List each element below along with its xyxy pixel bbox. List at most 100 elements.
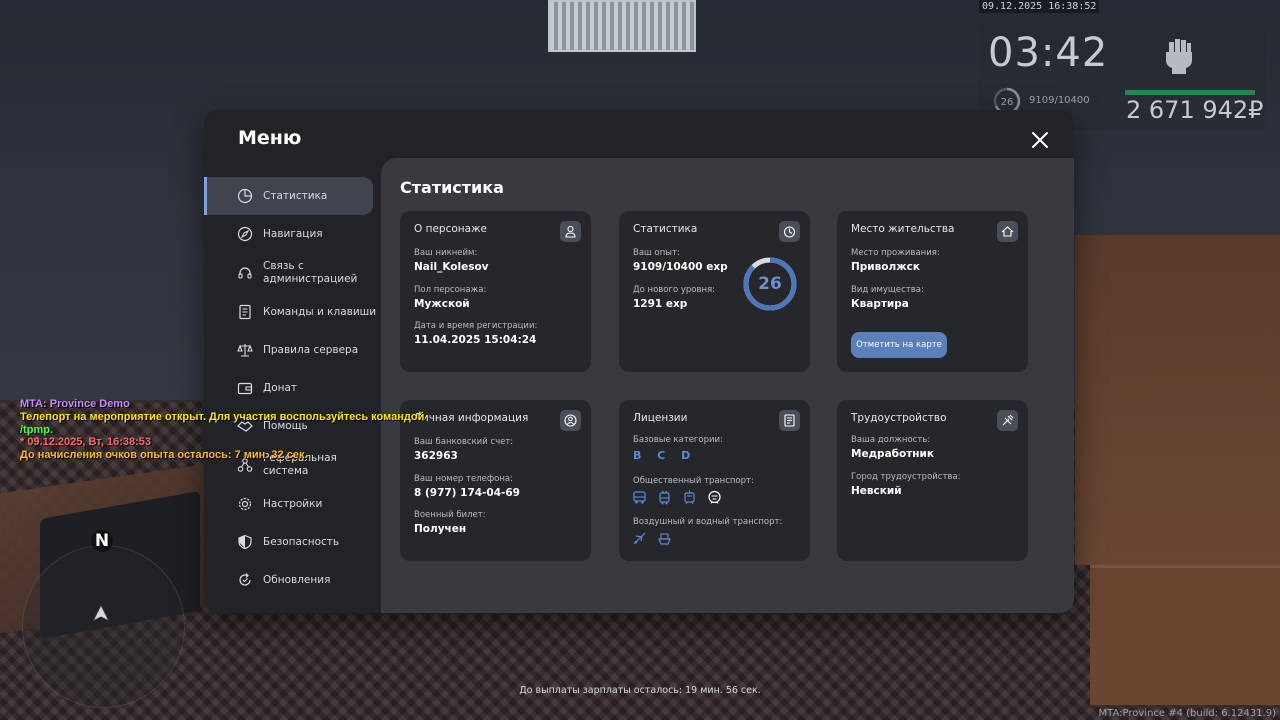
sidebar-item-label: Донат xyxy=(263,382,298,394)
compass-icon xyxy=(237,226,253,242)
sidebar-item-updates[interactable]: Обновления xyxy=(204,561,380,599)
wooden-cabinet xyxy=(1090,565,1280,705)
sidebar-item-settings[interactable]: Настройки xyxy=(204,485,380,523)
work-city-value: Невский xyxy=(851,485,902,497)
hud-clock: 03:42 xyxy=(988,30,1109,76)
registration-label: Дата и время регистрации: xyxy=(414,321,538,331)
mark-on-map-button[interactable]: Отметить на карте xyxy=(851,332,947,358)
house-icon xyxy=(1001,226,1014,237)
clock-chart-icon xyxy=(783,226,796,238)
character-button[interactable] xyxy=(560,221,581,242)
nickname-value: Nail_Kolesov xyxy=(414,261,489,273)
statistics-content: Статистика О персонаже Ваш никнейм: Nail… xyxy=(381,158,1074,613)
airplane-icon xyxy=(633,532,646,545)
content-title: Статистика xyxy=(400,178,504,197)
sidebar-item-statistics[interactable]: Статистика xyxy=(204,177,373,215)
sidebar-item-commands[interactable]: Команды и клавиши xyxy=(204,293,380,331)
minimap-radar xyxy=(22,545,185,708)
headset-icon xyxy=(238,267,252,279)
card-title: Трудоустройство xyxy=(851,412,947,424)
gear-icon xyxy=(238,497,252,511)
public-transport-label: Общественный транспорт: xyxy=(633,476,754,486)
phone-value: 8 (977) 174-04-69 xyxy=(414,487,520,499)
next-level-value: 1291 exp xyxy=(633,298,688,310)
card-licenses: Лицензии Базовые категории: B C D Общест… xyxy=(619,400,810,561)
phone-label: Ваш номер телефона: xyxy=(414,474,513,484)
close-icon[interactable] xyxy=(1030,130,1050,150)
menu-title: Меню xyxy=(238,127,302,149)
hud-datetime: 09.12.2025 16:38:52 xyxy=(979,0,1100,13)
military-value: Получен xyxy=(414,523,467,535)
chat-line: Телепорт на мероприятие открыт. Для учас… xyxy=(20,410,425,423)
base-categories-value: B C D xyxy=(633,449,697,462)
license-icon xyxy=(784,414,795,427)
position-label: Ваша должность: xyxy=(851,435,931,445)
menu-window: Меню Статистика Навигация Связь с админи… xyxy=(204,110,1074,613)
sidebar-item-label: Безопасность xyxy=(263,536,340,548)
hud-level: 26 xyxy=(1001,97,1014,108)
shield-icon xyxy=(238,534,252,550)
sidebar-item-label: Связь с администрацией xyxy=(263,260,358,285)
player-arrow-icon xyxy=(91,603,111,623)
sidebar-item-label: Настройки xyxy=(263,498,323,510)
next-level-label: До нового уровня: xyxy=(633,285,716,295)
residence-button[interactable] xyxy=(997,221,1018,242)
boat-icon xyxy=(658,533,671,545)
trolleybus-icon xyxy=(659,490,670,505)
level-number: 26 xyxy=(758,274,782,294)
property-label: Вид имущества: xyxy=(851,285,924,295)
hud-money: 2 671 942₽ xyxy=(1126,96,1264,124)
sidebar-item-admin-contact[interactable]: Связь с администрацией xyxy=(204,253,380,293)
card-title: Лицензии xyxy=(633,412,688,424)
personal-info-button[interactable] xyxy=(560,410,581,431)
chat-line: MTA: Province Demo xyxy=(20,398,130,410)
card-character: О персонаже Ваш никнейм: Nail_Kolesov По… xyxy=(400,211,591,372)
sidebar-item-label: Команды и клавиши xyxy=(263,306,377,318)
wallet-icon xyxy=(237,382,253,395)
sidebar-item-label: Обновления xyxy=(263,574,331,586)
base-categories-label: Базовые категории: xyxy=(633,435,723,445)
licenses-button[interactable] xyxy=(779,410,800,431)
sidebar-item-security[interactable]: Безопасность xyxy=(204,523,380,561)
hud-exp: 9109/10400 xyxy=(1029,95,1090,106)
property-value: Квартира xyxy=(851,298,909,310)
scales-icon xyxy=(237,344,253,357)
refresh-icon xyxy=(239,573,251,586)
exp-label: Ваш опыт: xyxy=(633,248,680,258)
sidebar-item-label: Статистика xyxy=(263,190,328,202)
user-circle-icon xyxy=(564,414,577,427)
build-info: MTA:Province #4 (build: 6.12431.9) xyxy=(1098,708,1276,719)
radar-north-indicator: N xyxy=(91,530,113,552)
ceiling-lamp xyxy=(548,0,696,52)
statistics-button[interactable] xyxy=(779,221,800,242)
card-title: Место жительства xyxy=(851,223,955,235)
card-residence: Место жительства Место проживания: Приво… xyxy=(837,211,1028,372)
employment-button[interactable] xyxy=(997,410,1018,431)
public-transport-icons xyxy=(632,490,722,505)
tools-icon xyxy=(1002,414,1014,426)
sidebar-item-label: Навигация xyxy=(263,228,323,240)
sidebar-item-navigation[interactable]: Навигация xyxy=(204,215,380,253)
work-city-label: Город трудоустройства: xyxy=(851,472,961,482)
tram-icon xyxy=(684,490,695,505)
air-water-icons xyxy=(632,531,672,546)
sidebar-item-rules[interactable]: Правила сервера xyxy=(204,331,380,369)
fist-icon xyxy=(1166,39,1192,74)
chat-box: MTA: Province Demo Телепорт на мероприят… xyxy=(20,398,424,462)
sidebar-item-label: Правила сервера xyxy=(263,344,359,356)
place-value: Приволжск xyxy=(851,261,921,273)
air-water-label: Воздушный и водный транспорт: xyxy=(633,517,783,527)
card-title: Личная информация xyxy=(414,412,529,424)
registration-value: 11.04.2025 15:04:24 xyxy=(414,334,537,346)
nickname-label: Ваш никнейм: xyxy=(414,248,478,258)
gender-value: Мужской xyxy=(414,298,470,310)
card-title: О персонаже xyxy=(414,223,488,235)
card-personal-info: Личная информация Ваш банковский счет: 3… xyxy=(400,400,591,561)
metro-icon xyxy=(708,490,721,504)
exp-value: 9109/10400 exp xyxy=(633,261,728,273)
hud-health-bar xyxy=(1125,90,1255,95)
position-value: Медработник xyxy=(851,448,935,460)
chat-line: /tpmp. xyxy=(20,423,53,436)
salary-timer: До выплаты зарплаты осталось: 19 мин. 56… xyxy=(519,685,761,696)
military-label: Военный билет: xyxy=(414,510,486,520)
